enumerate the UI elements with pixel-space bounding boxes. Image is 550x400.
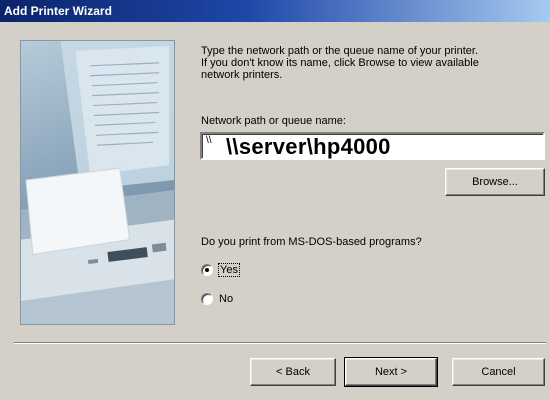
browse-button[interactable]: Browse... <box>445 168 545 196</box>
window-title: Add Printer Wizard <box>4 4 112 18</box>
radio-yes-label: Yes <box>218 263 240 277</box>
next-button[interactable]: Next > <box>344 357 438 387</box>
instructions-text: Type the network path or the queue name … <box>201 45 479 81</box>
cancel-button[interactable]: Cancel <box>452 358 545 386</box>
wizard-printer-illustration <box>20 40 175 325</box>
radio-yes-indicator[interactable] <box>201 264 213 276</box>
radio-option-no[interactable]: No <box>201 291 233 307</box>
cancel-button-label: Cancel <box>481 366 516 378</box>
network-path-label: Network path or queue name: <box>201 115 346 127</box>
network-path-label-text: Network path or queue name: <box>201 115 346 127</box>
network-path-value: \\server\hp4000 <box>226 134 391 159</box>
title-bar[interactable]: Add Printer Wizard <box>0 0 550 22</box>
footer-separator <box>14 342 546 344</box>
next-button-label: Next > <box>374 366 408 378</box>
radio-no-indicator[interactable] <box>201 293 213 305</box>
dos-question-label: Do you print from MS-DOS-based programs? <box>201 236 422 248</box>
radio-option-yes[interactable]: Yes <box>201 262 240 278</box>
radio-no-label: No <box>219 293 234 305</box>
back-button-label: < Back <box>276 366 310 378</box>
network-path-small-glyph: \\ <box>206 135 212 146</box>
back-button[interactable]: < Back <box>250 358 336 386</box>
network-path-input[interactable]: \\ \\server\hp4000 <box>200 132 545 160</box>
browse-button-label: Browse... <box>472 176 518 188</box>
add-printer-wizard-window: Add Printer Wizard Type the network path… <box>0 0 550 400</box>
